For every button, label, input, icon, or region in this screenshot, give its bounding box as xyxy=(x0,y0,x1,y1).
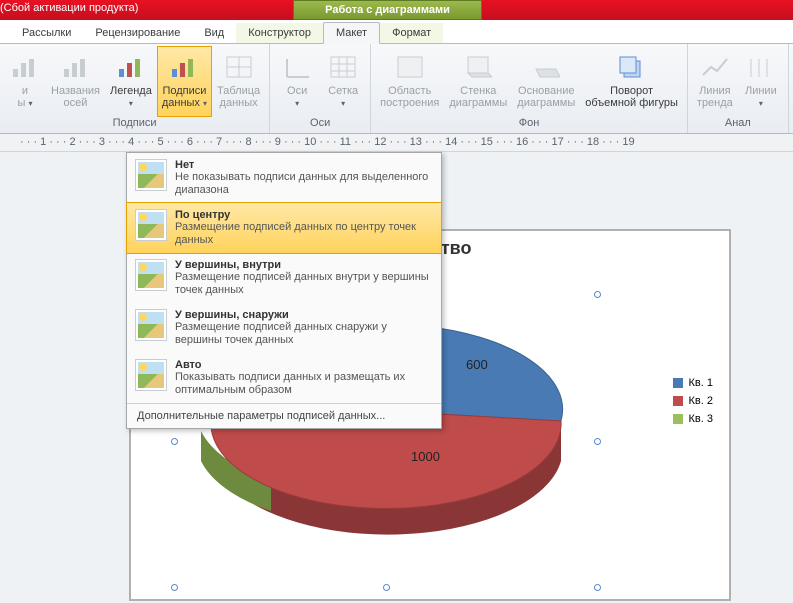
thumbnail-icon xyxy=(135,209,167,241)
thumbnail-icon xyxy=(135,159,167,191)
menu-item-none[interactable]: НетНе показывать подписи данных для выде… xyxy=(127,153,441,203)
activation-warning: (Сбой активации продукта) xyxy=(0,2,138,14)
chart-legend[interactable]: Кв. 1 Кв. 2 Кв. 3 xyxy=(673,371,713,431)
menu-more-options[interactable]: Дополнительные параметры подписей данных… xyxy=(127,403,441,428)
chart-icon xyxy=(11,55,39,79)
chart-floor-icon xyxy=(532,55,560,79)
ribbon-tabs: Рассылки Рецензирование Вид Конструктор … xyxy=(0,20,793,44)
tab-view[interactable]: Вид xyxy=(192,23,236,43)
legend-item-1[interactable]: Кв. 1 xyxy=(673,377,713,389)
lines-button[interactable]: Линии▾ xyxy=(738,46,784,117)
grid-icon xyxy=(329,55,357,79)
data-table-icon xyxy=(225,55,253,79)
title-bar: (Сбой активации продукта) Работа с диагр… xyxy=(0,0,793,20)
plot-area-icon xyxy=(396,55,424,79)
menu-item-auto[interactable]: АвтоПоказывать подписи данных и размещат… xyxy=(127,353,441,403)
thumbnail-icon xyxy=(135,359,167,391)
tab-format[interactable]: Формат xyxy=(380,23,443,43)
rotation-button[interactable]: Поворот объемной фигуры xyxy=(580,46,683,117)
data-label-kv1[interactable]: 600 xyxy=(466,357,488,372)
data-table-button[interactable]: Таблица данных xyxy=(212,46,265,117)
legend-item-3[interactable]: Кв. 3 xyxy=(673,413,713,425)
lines-icon xyxy=(747,55,775,79)
menu-item-inside-end[interactable]: У вершины, внутриРазмещение подписей дан… xyxy=(127,253,441,303)
axes-button[interactable]: Оси▾ xyxy=(274,46,320,117)
part-button[interactable]: иы ▾ xyxy=(4,46,46,117)
axis-titles-button[interactable]: Названия осей xyxy=(46,46,105,117)
horizontal-ruler[interactable]: · · · 1 · · · 2 · · · 3 · · · 4 · · · 5 … xyxy=(0,134,793,152)
group-background: Область построения Стенка диаграммы Осно… xyxy=(371,44,688,133)
legend-item-2[interactable]: Кв. 2 xyxy=(673,395,713,407)
data-label-kv2[interactable]: 1000 xyxy=(411,449,440,464)
rotation-icon xyxy=(618,55,646,79)
tab-constructor[interactable]: Конструктор xyxy=(236,23,323,43)
group-analysis-label: Анал xyxy=(692,117,784,131)
menu-item-outside-end[interactable]: У вершины, снаружиРазмещение подписей да… xyxy=(127,303,441,353)
legend-icon xyxy=(117,55,145,79)
grid-button[interactable]: Сетка▾ xyxy=(320,46,366,117)
group-axes: Оси▾ Сетка▾ Оси xyxy=(270,44,371,133)
chart-floor-button[interactable]: Основание диаграммы xyxy=(512,46,580,117)
legend-button[interactable]: Легенда▾ xyxy=(105,46,157,117)
tab-mailings[interactable]: Рассылки xyxy=(10,23,83,43)
data-labels-menu: НетНе показывать подписи данных для выде… xyxy=(126,152,442,429)
chart-wall-button[interactable]: Стенка диаграммы xyxy=(444,46,512,117)
chart-tools-label: Работа с диаграммами xyxy=(293,0,482,20)
trendline-icon xyxy=(701,55,729,79)
plot-area-button[interactable]: Область построения xyxy=(375,46,444,117)
thumbnail-icon xyxy=(135,259,167,291)
ribbon: иы ▾ Названия осей Легенда▾ Подписи данн… xyxy=(0,44,793,134)
group-background-label: Фон xyxy=(375,117,683,131)
data-labels-icon xyxy=(170,55,198,79)
axis-titles-icon xyxy=(62,55,90,79)
thumbnail-icon xyxy=(135,309,167,341)
chart-wall-icon xyxy=(464,55,492,79)
menu-item-center[interactable]: По центруРазмещение подписей данных по ц… xyxy=(126,202,442,254)
axes-icon xyxy=(283,55,311,79)
group-axes-label: Оси xyxy=(274,117,366,131)
data-labels-button[interactable]: Подписи данных ▾ xyxy=(157,46,212,117)
group-labels: иы ▾ Названия осей Легенда▾ Подписи данн… xyxy=(0,44,270,133)
group-labels-label: Подписи xyxy=(4,117,265,131)
tab-layout[interactable]: Макет xyxy=(323,22,380,44)
group-analysis: Линия тренда Линии▾ Анал xyxy=(688,44,789,133)
document-area: ричество xyxy=(0,152,793,603)
trendline-button[interactable]: Линия тренда xyxy=(692,46,738,117)
tab-review[interactable]: Рецензирование xyxy=(83,23,192,43)
